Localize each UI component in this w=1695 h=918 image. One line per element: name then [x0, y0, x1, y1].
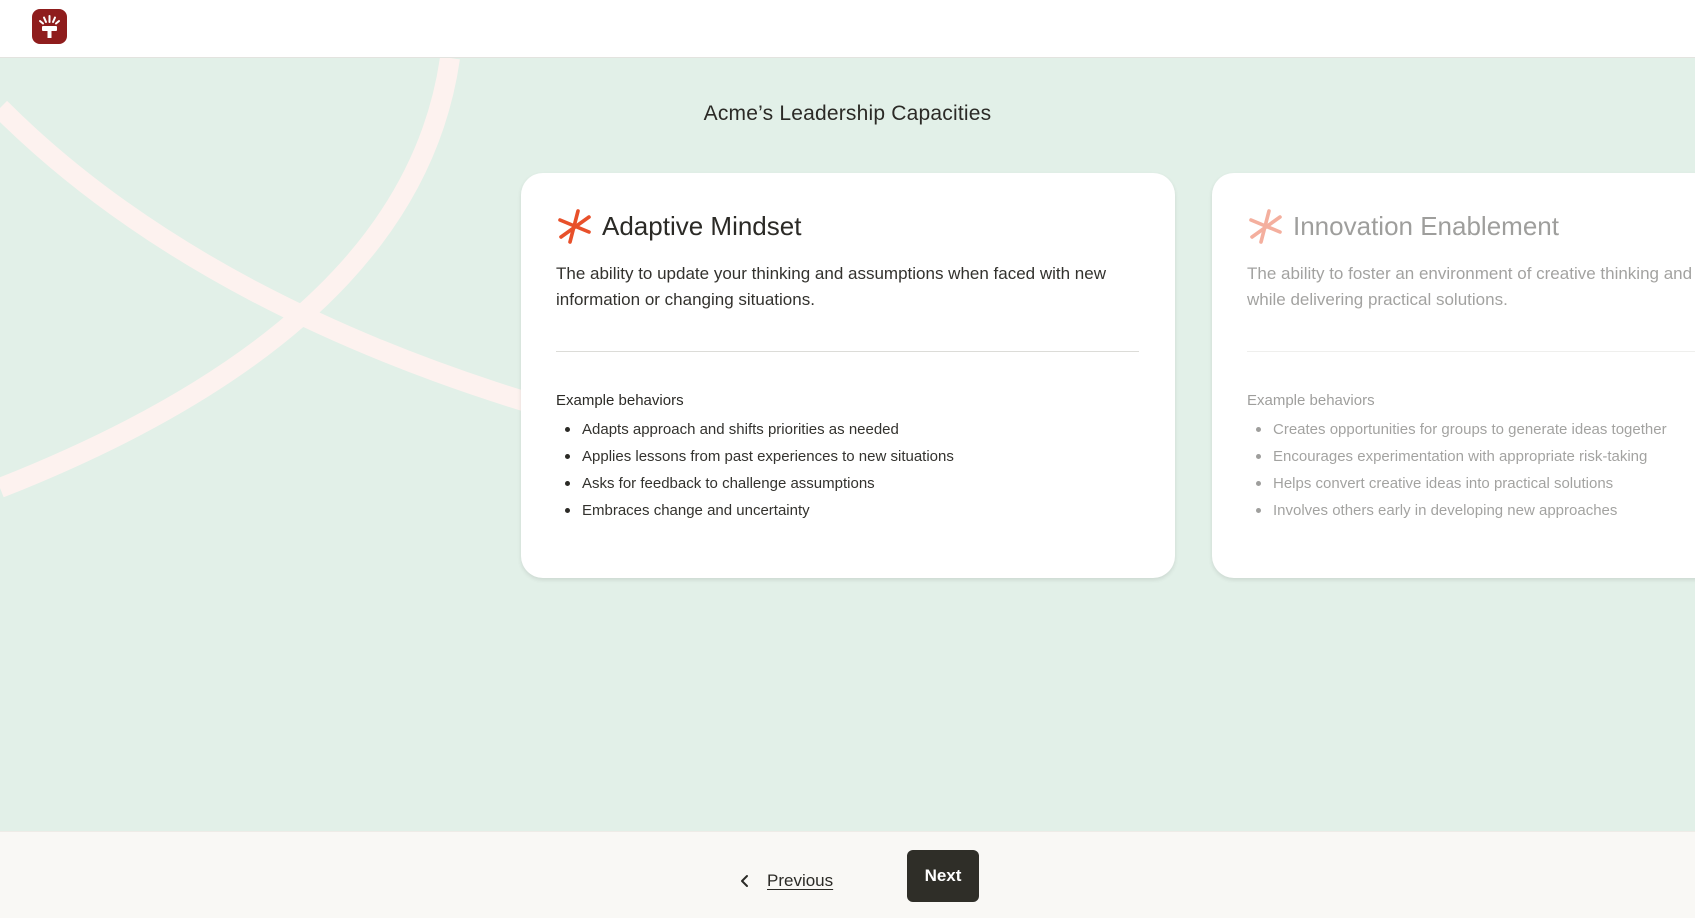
previous-button[interactable]: Previous: [737, 866, 833, 896]
card-description: The ability to foster an environment of …: [1247, 264, 1695, 309]
main-area: Acme’s Leadership Capacities Adaptive Mi…: [0, 58, 1695, 831]
asterisk-star-icon: [558, 208, 591, 244]
list-item: Adapts approach and shifts priorities as…: [556, 416, 1140, 443]
card-title: Adaptive Mindset: [602, 210, 802, 241]
list-item: Encourages experimentation with appropri…: [1247, 443, 1695, 470]
brand-logo-icon[interactable]: [32, 9, 67, 44]
card-description: The ability to update your thinking and …: [556, 264, 1106, 309]
behaviors-list: Creates opportunities for groups to gene…: [1247, 416, 1695, 524]
page-title: Acme’s Leadership Capacities: [703, 102, 992, 125]
behaviors-label: Example behaviors: [1247, 392, 1375, 409]
list-item: Asks for feedback to challenge assumptio…: [556, 470, 1140, 497]
behaviors-list: Adapts approach and shifts priorities as…: [556, 416, 1140, 524]
capacity-card-adaptive-mindset: Adaptive Mindset The ability to update y…: [521, 173, 1175, 578]
footer-nav: Previous Next: [0, 831, 1695, 918]
list-item: Helps convert creative ideas into practi…: [1247, 470, 1695, 497]
chevron-left-icon: [741, 875, 748, 887]
asterisk-star-icon: [1249, 208, 1282, 244]
top-bar: [0, 0, 1695, 58]
next-button[interactable]: Next: [907, 850, 979, 902]
list-item: Embraces change and uncertainty: [556, 497, 1140, 524]
capacity-card-innovation-enablement[interactable]: Innovation Enablement The ability to fos…: [1212, 173, 1695, 578]
list-item: Involves others early in developing new …: [1247, 497, 1695, 524]
previous-label: Previous: [767, 871, 834, 890]
list-item: Applies lessons from past experiences to…: [556, 443, 1140, 470]
list-item: Creates opportunities for groups to gene…: [1247, 416, 1695, 443]
behaviors-label: Example behaviors: [556, 392, 684, 409]
divider: [1247, 351, 1695, 352]
divider: [556, 351, 1139, 352]
card-title: Innovation Enablement: [1293, 210, 1559, 241]
